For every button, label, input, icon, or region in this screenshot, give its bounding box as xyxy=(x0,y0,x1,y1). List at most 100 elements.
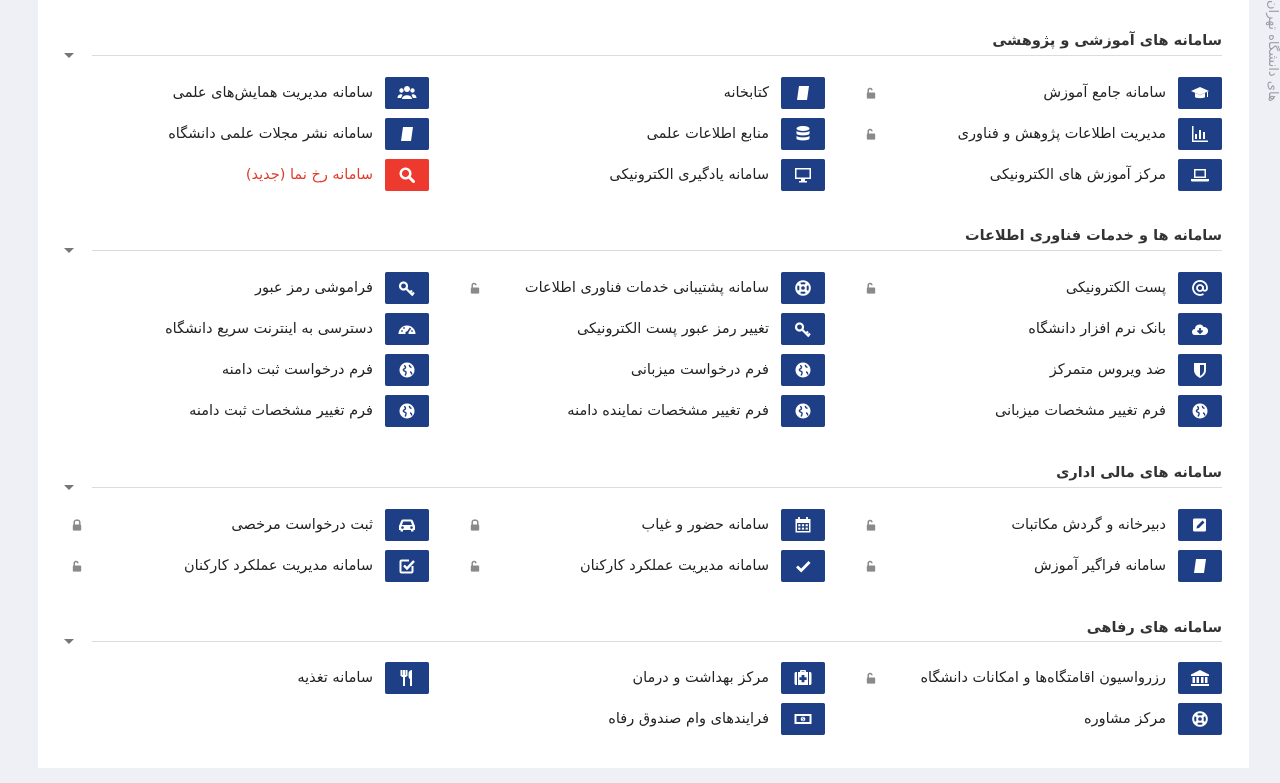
system-link-label: فرم درخواست ثبت دامنه xyxy=(221,362,373,378)
system-link[interactable]: فرم تغییر مشخصات ثبت دامنه xyxy=(189,395,429,427)
system-link-label: مرکز مشاوره xyxy=(1083,711,1166,727)
system-link-label: فرم درخواست میزبانی xyxy=(630,362,769,378)
system-link[interactable]: فرایندهای وام صندوق رفاه $ xyxy=(608,703,825,735)
system-link[interactable]: سامانه پشتیبانی خدمات فناوری اطلاعات xyxy=(525,272,825,304)
collapse-toggle-icon[interactable] xyxy=(64,248,74,253)
section-divider xyxy=(92,55,1222,56)
system-link[interactable]: سامانه رخ نما (جدید) xyxy=(246,159,429,191)
system-link-label: دسترسی به اینترنت سریع دانشگاه xyxy=(165,321,373,337)
book-icon xyxy=(385,118,429,150)
key-icon xyxy=(385,272,429,304)
system-link[interactable]: سامانه مدیریت عملکرد کارکنان xyxy=(580,550,825,582)
system-link[interactable]: سامانه تغذیه xyxy=(297,662,429,694)
system-link[interactable]: منابع اطلاعات علمی xyxy=(647,118,825,150)
unlock-icon xyxy=(468,280,484,296)
book-icon xyxy=(1178,550,1222,582)
system-link[interactable]: ثبت درخواست مرخصی xyxy=(231,509,429,541)
system-link-label: فراموشی رمز عبور xyxy=(255,280,373,296)
money-icon: $ xyxy=(781,703,825,735)
monitor-icon xyxy=(781,159,825,191)
system-link[interactable]: سامانه نشر مجلات علمی دانشگاه xyxy=(168,118,429,150)
database-icon xyxy=(781,118,825,150)
users-icon xyxy=(385,77,429,109)
system-link-label: مرکز بهداشت و درمان xyxy=(632,670,769,686)
section-title: سامانه های آموزشی و پژوهشی xyxy=(992,33,1222,49)
unlock-icon xyxy=(468,558,484,574)
system-link[interactable]: دسترسی به اینترنت سریع دانشگاه xyxy=(165,313,429,345)
system-link[interactable]: فراموشی رمز عبور xyxy=(255,272,429,304)
bar-chart-icon xyxy=(1178,118,1222,150)
system-link[interactable]: بانک نرم افزار دانشگاه xyxy=(1028,313,1222,345)
section-title: سامانه ها و خدمات فناوری اطلاعات xyxy=(965,228,1222,244)
system-link[interactable]: فرم تغییر مشخصات میزبانی xyxy=(995,395,1222,427)
system-link[interactable]: کتابخانه xyxy=(724,77,825,109)
system-link-label: بانک نرم افزار دانشگاه xyxy=(1028,321,1166,337)
system-link[interactable]: دبیرخانه و گردش مکاتبات xyxy=(1011,509,1222,541)
unlock-icon xyxy=(864,670,880,686)
collapse-toggle-icon[interactable] xyxy=(64,485,74,490)
system-link-label: سامانه رخ نما (جدید) xyxy=(245,167,373,183)
system-link[interactable]: سامانه فراگیر آموزش xyxy=(1034,550,1222,582)
system-link[interactable]: ضد ویروس متمرکز xyxy=(1050,354,1222,386)
system-link-label: مدیریت اطلاعات پژوهش و فناوری xyxy=(957,126,1166,142)
system-link[interactable]: فرم تغییر مشخصات نماینده دامنه xyxy=(567,395,825,427)
system-link[interactable]: فرم درخواست میزبانی xyxy=(631,354,825,386)
system-link-label: کتابخانه xyxy=(723,85,769,101)
lifebuoy-icon xyxy=(1178,703,1222,735)
medkit-icon xyxy=(781,662,825,694)
system-link-label: تغییر رمز عبور پست الکترونیکی xyxy=(576,321,769,337)
system-link-label: سامانه یادگیری الکترونیکی xyxy=(609,167,769,183)
system-link-label: رزرواسیون اقامتگاه‌ها و امکانات دانشگاه xyxy=(920,670,1166,686)
lifebuoy-icon xyxy=(781,272,825,304)
system-link-label: سامانه جامع آموزش xyxy=(1043,85,1166,101)
system-link[interactable]: تغییر رمز عبور پست الکترونیکی xyxy=(577,313,825,345)
globe-icon xyxy=(385,354,429,386)
unlock-icon xyxy=(864,558,880,574)
check-square-icon xyxy=(385,550,429,582)
search-icon xyxy=(385,159,429,191)
system-link[interactable]: فرم درخواست ثبت دامنه xyxy=(222,354,429,386)
system-link-label: ثبت درخواست مرخصی xyxy=(231,517,373,533)
system-link[interactable]: پست الکترونیکی xyxy=(1066,272,1222,304)
system-link[interactable]: سامانه مدیریت همایش‌های علمی xyxy=(173,77,429,109)
at-icon xyxy=(1178,272,1222,304)
globe-icon xyxy=(781,395,825,427)
shield-icon xyxy=(1178,354,1222,386)
system-link-label: فرایندهای وام صندوق رفاه xyxy=(608,711,769,727)
system-link[interactable]: سامانه مدیریت عملکرد کارکنان xyxy=(184,550,429,582)
section-title: سامانه های رفاهی xyxy=(1086,620,1222,636)
system-link-label: فرم تغییر مشخصات ثبت دامنه xyxy=(189,403,373,419)
system-link-label: ضد ویروس متمرکز xyxy=(1049,362,1166,378)
globe-icon xyxy=(781,354,825,386)
system-link-label: مرکز آموزش های الکترونیکی xyxy=(989,167,1166,183)
system-link[interactable]: رزرواسیون اقامتگاه‌ها و امکانات دانشگاه xyxy=(920,662,1222,694)
system-link[interactable]: مدیریت اطلاعات پژوهش و فناوری xyxy=(958,118,1222,150)
system-link[interactable]: مرکز مشاوره xyxy=(1084,703,1222,735)
book-icon xyxy=(781,77,825,109)
system-link[interactable]: مرکز آموزش های الکترونیکی xyxy=(990,159,1222,191)
collapse-toggle-icon[interactable] xyxy=(64,53,74,58)
collapse-toggle-icon[interactable] xyxy=(64,639,74,644)
system-link-label: سامانه پشتیبانی خدمات فناوری اطلاعات xyxy=(524,280,769,296)
unlock-icon xyxy=(864,85,880,101)
unlock-icon xyxy=(70,558,86,574)
system-link-label: سامانه حضور و غیاب xyxy=(641,517,769,533)
system-link[interactable]: سامانه حضور و غیاب xyxy=(642,509,825,541)
system-link-label: سامانه مدیریت عملکرد کارکنان xyxy=(579,558,769,574)
system-link[interactable]: سامانه یادگیری الکترونیکی xyxy=(609,159,825,191)
bank-icon xyxy=(1178,662,1222,694)
side-panel-label: های دانشگاه تهران xyxy=(1265,0,1280,102)
system-link-label: سامانه نشر مجلات علمی دانشگاه xyxy=(168,126,373,142)
key-icon xyxy=(781,313,825,345)
calendar-icon xyxy=(781,509,825,541)
check-icon xyxy=(781,550,825,582)
globe-icon xyxy=(385,395,429,427)
lock-icon xyxy=(468,517,484,533)
system-link[interactable]: مرکز بهداشت و درمان xyxy=(632,662,825,694)
system-link-label: دبیرخانه و گردش مکاتبات xyxy=(1011,517,1166,533)
system-link[interactable]: سامانه جامع آموزش xyxy=(1043,77,1222,109)
cutlery-icon xyxy=(385,662,429,694)
unlock-icon xyxy=(864,126,880,142)
speedometer-icon xyxy=(385,313,429,345)
system-link-label: سامانه فراگیر آموزش xyxy=(1033,558,1166,574)
